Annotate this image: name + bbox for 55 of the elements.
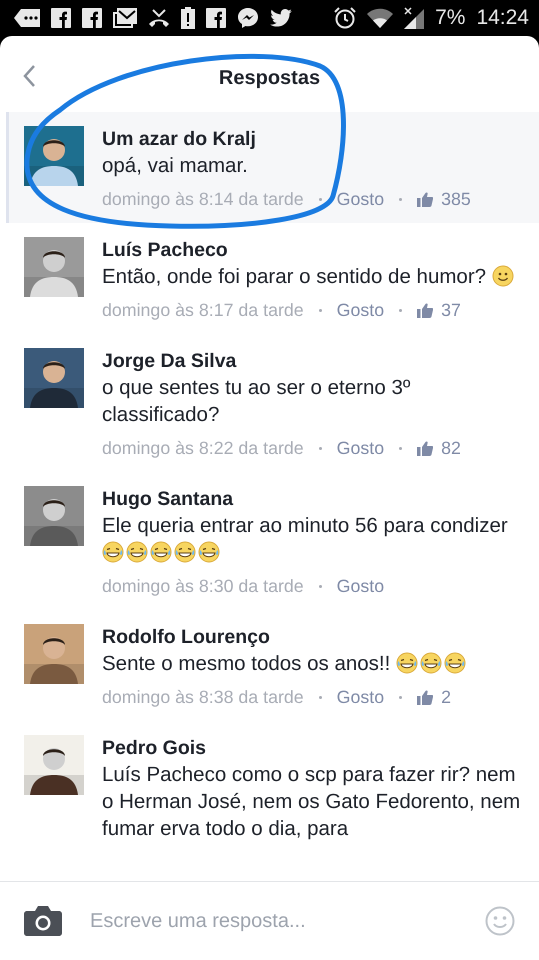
comment-time: domingo às 8:22 da tarde	[102, 437, 304, 460]
smiley-icon	[485, 906, 515, 936]
signal-icon	[404, 7, 424, 29]
camera-icon	[24, 906, 62, 936]
comment-text: Então, onde foi parar o sentido de humor?	[102, 265, 486, 288]
commenter-name[interactable]: Jorge Da Silva	[102, 348, 236, 374]
comment-text: Ele queria entrar ao minuto 56 para condizer	[102, 514, 508, 537]
comment-text: o que sentes tu ao ser o eterno 3º classificado?	[102, 376, 410, 426]
facebook-icon	[206, 8, 226, 28]
alarm-clock-icon	[334, 7, 356, 29]
thumbs-up-icon	[417, 302, 434, 318]
laughing-emoji-icon	[420, 652, 442, 674]
thumbs-up-icon	[417, 440, 434, 456]
facebook-icon	[51, 8, 71, 28]
battery-alert-icon	[181, 7, 195, 29]
bird-icon	[270, 9, 292, 27]
laughing-emoji-icon	[198, 541, 220, 563]
wifi-icon	[367, 8, 394, 28]
thumbs-up-icon	[417, 690, 434, 704]
messenger-icon	[237, 7, 259, 29]
comment-time: domingo às 8:30 da tarde	[102, 575, 304, 598]
missed-call-icon	[148, 8, 170, 28]
screen-title: Respostas	[218, 66, 320, 90]
comment-text: Sente o mesmo todos os anos!!	[102, 652, 390, 675]
laughing-emoji-icon	[102, 541, 124, 563]
laughing-emoji-icon	[444, 652, 466, 674]
comment-time: domingo às 8:14 da tarde	[102, 188, 304, 211]
emoji-button[interactable]	[485, 906, 515, 936]
comment-text: opá, vai mamar.	[102, 154, 248, 177]
like-count: 82	[441, 437, 461, 460]
commenter-name[interactable]: Luís Pacheco	[102, 237, 228, 263]
like-count: 2	[441, 686, 452, 709]
laughing-emoji-icon	[174, 541, 196, 563]
facebook-icon	[82, 8, 102, 28]
commenter-name[interactable]: Pedro Gois	[102, 735, 206, 761]
commenter-name[interactable]: Um azar do Kralj	[102, 126, 256, 152]
reply-input[interactable]: Escreve uma resposta...	[88, 908, 459, 934]
smiley-icon	[492, 265, 514, 287]
comment-time: domingo às 8:17 da tarde	[102, 299, 304, 322]
laughing-emoji-icon	[396, 652, 418, 674]
back-chevron-icon	[22, 64, 36, 88]
like-count: 37	[441, 299, 461, 322]
like-count: 385	[441, 188, 471, 211]
commenter-name[interactable]: Hugo Santana	[102, 486, 234, 512]
comment-text: Luís Pacheco como o scp para fazer rir? nem o Herman José, nem os Gato Fedorento, nem fumar erva todo o dia, para	[102, 763, 520, 840]
commenter-name[interactable]: Rodolfo Lourenço	[102, 624, 270, 650]
clock-time: 14:24	[476, 6, 529, 30]
thumbs-up-icon	[417, 192, 434, 206]
laughing-emoji-icon	[126, 541, 148, 563]
tag-dots-icon	[14, 9, 40, 27]
mail-icon	[113, 8, 137, 28]
camera-button[interactable]	[24, 906, 62, 936]
laughing-emoji-icon	[150, 541, 172, 563]
battery-percent: 7%	[435, 6, 466, 30]
comment-time: domingo às 8:38 da tarde	[102, 686, 304, 709]
